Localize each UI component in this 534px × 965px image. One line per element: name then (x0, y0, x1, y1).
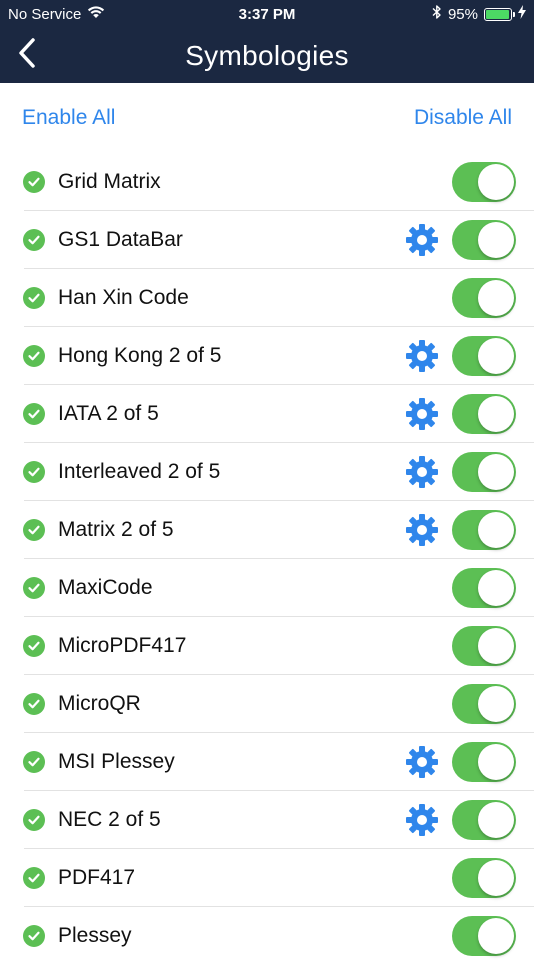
enable-toggle[interactable] (452, 162, 516, 202)
symbology-row: PDF417 (0, 849, 534, 907)
toggle-knob (478, 628, 514, 664)
symbology-list: Grid Matrix GS1 DataBar Han Xin Code Hon… (0, 153, 534, 965)
check-icon (23, 693, 45, 715)
check-icon (23, 287, 45, 309)
toggle-knob (478, 686, 514, 722)
toggle-knob (478, 802, 514, 838)
symbology-label: IATA 2 of 5 (58, 402, 159, 425)
gear-icon[interactable] (404, 512, 440, 548)
toggle-knob (478, 338, 514, 374)
toggle-knob (478, 222, 514, 258)
enable-toggle[interactable] (452, 684, 516, 724)
gear-icon[interactable] (404, 802, 440, 838)
symbology-row: Hong Kong 2 of 5 (0, 327, 534, 385)
check-icon (23, 345, 45, 367)
wifi-icon (87, 5, 105, 23)
battery-icon (484, 7, 515, 21)
symbology-label: GS1 DataBar (58, 228, 183, 251)
symbology-label: Plessey (58, 924, 132, 947)
symbology-row: Interleaved 2 of 5 (0, 443, 534, 501)
check-icon (23, 867, 45, 889)
check-icon (23, 577, 45, 599)
symbology-label: MSI Plessey (58, 750, 175, 773)
symbology-label: Interleaved 2 of 5 (58, 460, 221, 483)
enable-toggle[interactable] (452, 510, 516, 550)
status-left: No Service (8, 5, 105, 23)
charging-icon (518, 5, 526, 23)
check-icon (23, 925, 45, 947)
enable-toggle[interactable] (452, 916, 516, 956)
symbology-label: Matrix 2 of 5 (58, 518, 174, 541)
enable-all-button[interactable]: Enable All (22, 106, 115, 130)
enable-toggle[interactable] (452, 800, 516, 840)
check-icon (23, 519, 45, 541)
symbology-label: MicroPDF417 (58, 634, 187, 657)
symbology-row: Matrix 2 of 5 (0, 501, 534, 559)
toggle-knob (478, 860, 514, 896)
enable-toggle[interactable] (452, 568, 516, 608)
bulk-actions: Enable All Disable All (0, 83, 534, 153)
symbology-row: GS1 DataBar (0, 211, 534, 269)
symbology-label: PDF417 (58, 866, 136, 889)
enable-toggle[interactable] (452, 394, 516, 434)
symbology-label: MicroQR (58, 692, 141, 715)
status-right: 95% (432, 4, 526, 24)
check-icon (23, 403, 45, 425)
symbology-row: Han Xin Code (0, 269, 534, 327)
bluetooth-icon (432, 4, 442, 24)
symbology-row: IATA 2 of 5 (0, 385, 534, 443)
symbology-row: MicroPDF417 (0, 617, 534, 675)
toggle-knob (478, 570, 514, 606)
enable-toggle[interactable] (452, 452, 516, 492)
enable-toggle[interactable] (452, 336, 516, 376)
symbology-label: NEC 2 of 5 (58, 808, 161, 831)
check-icon (23, 461, 45, 483)
check-icon (23, 229, 45, 251)
gear-icon[interactable] (404, 744, 440, 780)
check-icon (23, 171, 45, 193)
check-icon (23, 751, 45, 773)
carrier-label: No Service (8, 5, 82, 23)
enable-toggle[interactable] (452, 220, 516, 260)
back-button[interactable] (10, 36, 44, 76)
page-title: Symbologies (185, 39, 349, 71)
disable-all-button[interactable]: Disable All (414, 106, 512, 130)
gear-icon[interactable] (404, 222, 440, 258)
symbology-label: MaxiCode (58, 576, 153, 599)
toggle-knob (478, 280, 514, 316)
gear-icon[interactable] (404, 396, 440, 432)
symbology-row: MaxiCode (0, 559, 534, 617)
symbology-row: MSI Plessey (0, 733, 534, 791)
status-bar: No Service 3:37 PM 95% (0, 0, 534, 28)
battery-percent: 95% (447, 5, 478, 23)
symbology-row: NEC 2 of 5 (0, 791, 534, 849)
gear-icon[interactable] (404, 454, 440, 490)
toggle-knob (478, 164, 514, 200)
enable-toggle[interactable] (452, 278, 516, 318)
check-icon (23, 809, 45, 831)
symbology-row: MicroQR (0, 675, 534, 733)
navigation-bar: Symbologies (0, 28, 534, 83)
chevron-left-icon (18, 38, 36, 73)
symbology-label: Hong Kong 2 of 5 (58, 344, 222, 367)
enable-toggle[interactable] (452, 858, 516, 898)
toggle-knob (478, 396, 514, 432)
check-icon (23, 635, 45, 657)
toggle-knob (478, 454, 514, 490)
enable-toggle[interactable] (452, 626, 516, 666)
toggle-knob (478, 744, 514, 780)
toggle-knob (478, 512, 514, 548)
gear-icon[interactable] (404, 338, 440, 374)
toggle-knob (478, 918, 514, 954)
symbology-label: Grid Matrix (58, 170, 161, 193)
symbology-row: Grid Matrix (0, 153, 534, 211)
symbology-label: Han Xin Code (58, 286, 189, 309)
enable-toggle[interactable] (452, 742, 516, 782)
symbology-row: Plessey (0, 907, 534, 965)
